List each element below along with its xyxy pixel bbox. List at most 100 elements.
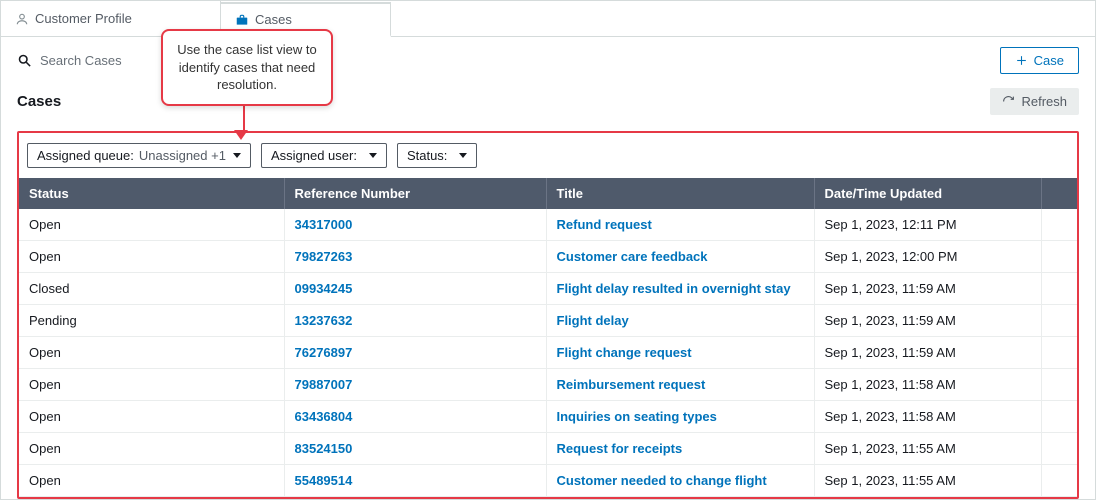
table-row[interactable]: Open 63436804 Inquiries on seating types Se… (19, 401, 1077, 433)
cell-extra (1041, 401, 1077, 433)
col-extra-header (1041, 178, 1077, 209)
cell-ref: 83524150 (284, 433, 546, 465)
filter-bar: Assigned queue: Unassigned +1 Assigned u… (19, 143, 1077, 178)
col-date-header[interactable]: Date/Time Updated (814, 178, 1041, 209)
filter-label: Assigned queue: (37, 148, 134, 163)
title-link[interactable]: Reimbursement request (557, 377, 706, 392)
cell-extra (1041, 433, 1077, 465)
chevron-down-icon (369, 153, 377, 158)
cell-title: Reimbursement request (546, 369, 814, 401)
cell-ref: 79827263 (284, 241, 546, 273)
cell-title: Flight delay resulted in overnight stay (546, 273, 814, 305)
cell-extra (1041, 337, 1077, 369)
ref-link[interactable]: 09934245 (295, 281, 353, 296)
cell-extra (1041, 465, 1077, 497)
cell-extra (1041, 241, 1077, 273)
filter-value: Unassigned +1 (139, 148, 226, 163)
chevron-down-icon (233, 153, 241, 158)
cell-date: Sep 1, 2023, 12:00 PM (814, 241, 1041, 273)
cell-ref: 34317000 (284, 209, 546, 241)
filter-label: Status: (407, 148, 447, 163)
filter-status[interactable]: Status: (397, 143, 477, 168)
table-row[interactable]: Open 76276897 Flight change request Sep 1, … (19, 337, 1077, 369)
search-icon (17, 53, 32, 68)
title-link[interactable]: Request for receipts (557, 441, 683, 456)
case-list-highlight: Assigned queue: Unassigned +1 Assigned u… (17, 131, 1079, 499)
title-link[interactable]: Flight delay resulted in overnight stay (557, 281, 791, 296)
ref-link[interactable]: 13237632 (295, 313, 353, 328)
cell-status: Pending (19, 305, 284, 337)
table-row[interactable]: Open 34317000 Refund request Sep 1, 2023, 1… (19, 209, 1077, 241)
cell-title: Refund request (546, 209, 814, 241)
cell-ref: 09934245 (284, 273, 546, 305)
cell-date: Sep 1, 2023, 12:11 PM (814, 209, 1041, 241)
tab-label: Customer Profile (35, 11, 132, 26)
title-link[interactable]: Customer needed to change flight (557, 473, 767, 488)
ref-link[interactable]: 83524150 (295, 441, 353, 456)
title-link[interactable]: Flight change request (557, 345, 692, 360)
cell-extra (1041, 369, 1077, 401)
cell-title: Flight change request (546, 337, 814, 369)
table-row[interactable]: Open 83524150 Request for receipts Sep 1, 2… (19, 433, 1077, 465)
cell-title: Customer care feedback (546, 241, 814, 273)
filter-assigned-queue[interactable]: Assigned queue: Unassigned +1 (27, 143, 251, 168)
help-callout: Use the case list view to identify cases… (161, 29, 333, 106)
cell-date: Sep 1, 2023, 11:59 AM (814, 337, 1041, 369)
title-link[interactable]: Inquiries on seating types (557, 409, 717, 424)
ref-link[interactable]: 55489514 (295, 473, 353, 488)
table-row[interactable]: Open 79887007 Reimbursement request Sep 1, … (19, 369, 1077, 401)
cell-ref: 79887007 (284, 369, 546, 401)
app-window: Use the case list view to identify cases… (0, 0, 1096, 500)
table-row[interactable]: Pending 13237632 Flight delay Sep 1, 2023, … (19, 305, 1077, 337)
ref-link[interactable]: 63436804 (295, 409, 353, 424)
title-link[interactable]: Customer care feedback (557, 249, 708, 264)
chevron-down-icon (459, 153, 467, 158)
col-status-header[interactable]: Status (19, 178, 284, 209)
ref-link[interactable]: 79827263 (295, 249, 353, 264)
ref-link[interactable]: 34317000 (295, 217, 353, 232)
cell-status: Open (19, 369, 284, 401)
cell-status: Closed (19, 273, 284, 305)
table-row[interactable]: Closed 09934245 Flight delay resulted in o… (19, 273, 1077, 305)
cell-date: Sep 1, 2023, 11:55 AM (814, 465, 1041, 497)
cell-date: Sep 1, 2023, 11:59 AM (814, 273, 1041, 305)
cell-ref: 13237632 (284, 305, 546, 337)
cell-title: Request for receipts (546, 433, 814, 465)
col-title-header[interactable]: Title (546, 178, 814, 209)
title-link[interactable]: Flight delay (557, 313, 629, 328)
person-icon (15, 12, 29, 26)
cell-ref: 76276897 (284, 337, 546, 369)
cell-status: Open (19, 401, 284, 433)
refresh-icon (1002, 95, 1015, 108)
cell-date: Sep 1, 2023, 11:58 AM (814, 369, 1041, 401)
table-header-row: Status Reference Number Title Date/Time … (19, 178, 1077, 209)
cell-status: Open (19, 465, 284, 497)
cell-status: Open (19, 209, 284, 241)
cell-date: Sep 1, 2023, 11:55 AM (814, 433, 1041, 465)
cell-extra (1041, 209, 1077, 241)
cell-title: Customer needed to change flight (546, 465, 814, 497)
table-row[interactable]: Open 79827263 Customer care feedback Sep 1,… (19, 241, 1077, 273)
filter-assigned-user[interactable]: Assigned user: (261, 143, 387, 168)
table-row[interactable]: Open 55489514 Customer needed to change fl… (19, 465, 1077, 497)
cell-date: Sep 1, 2023, 11:59 AM (814, 305, 1041, 337)
cell-ref: 55489514 (284, 465, 546, 497)
new-case-button[interactable]: Case (1000, 47, 1079, 74)
cell-status: Open (19, 433, 284, 465)
title-link[interactable]: Refund request (557, 217, 652, 232)
cell-status: Open (19, 337, 284, 369)
filter-label: Assigned user: (271, 148, 357, 163)
col-ref-header[interactable]: Reference Number (284, 178, 546, 209)
cell-extra (1041, 273, 1077, 305)
tab-label: Cases (255, 12, 292, 27)
briefcase-icon (235, 13, 249, 27)
cell-status: Open (19, 241, 284, 273)
cell-date: Sep 1, 2023, 11:58 AM (814, 401, 1041, 433)
ref-link[interactable]: 79887007 (295, 377, 353, 392)
refresh-button[interactable]: Refresh (990, 88, 1079, 115)
page-title: Cases (17, 93, 61, 110)
ref-link[interactable]: 76276897 (295, 345, 353, 360)
plus-icon (1015, 54, 1028, 67)
help-callout-text: Use the case list view to identify cases… (177, 42, 316, 92)
cell-extra (1041, 305, 1077, 337)
